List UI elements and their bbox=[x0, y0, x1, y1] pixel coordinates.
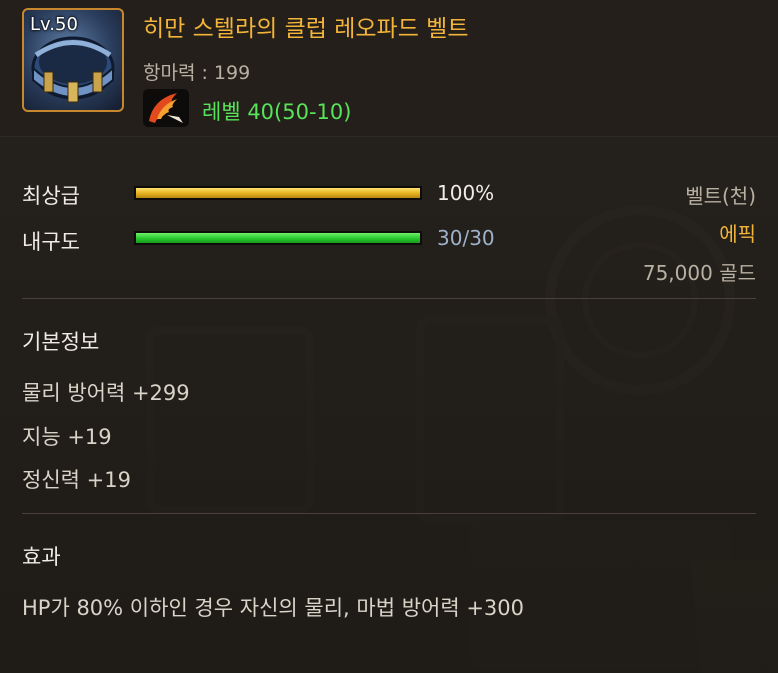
divider bbox=[22, 513, 756, 514]
basic-info-title: 기본정보 bbox=[22, 330, 100, 354]
basic-stat-line: 물리 방어력 +299 bbox=[22, 381, 190, 405]
divider bbox=[22, 298, 756, 299]
magic-resist-text: 항마력 : 199 bbox=[143, 62, 251, 84]
effect-text: HP가 80% 이하인 경우 자신의 물리, 마법 방어력 +300 bbox=[22, 596, 525, 620]
grade-bar bbox=[134, 186, 422, 200]
grade-value: 100% bbox=[437, 181, 495, 205]
tooltip-header: Lv.50 히만 스텔라의 클럽 레오파드 벨트 항마력 : 199 레벨 40… bbox=[0, 0, 778, 137]
effect-title: 효과 bbox=[22, 545, 61, 569]
level-requirement: 레벨 40(50-10) bbox=[202, 100, 352, 124]
class-icon-frame bbox=[143, 89, 189, 127]
item-name: 히만 스텔라의 클럽 레오파드 벨트 bbox=[143, 16, 469, 42]
item-tooltip-panel: Lv.50 히만 스텔라의 클럽 레오파드 벨트 항마력 : 199 레벨 40… bbox=[0, 0, 778, 673]
durability-bar bbox=[134, 231, 422, 245]
basic-stat-line: 지능 +19 bbox=[22, 425, 112, 449]
grade-label: 최상급 bbox=[22, 184, 80, 208]
durability-bar-fill bbox=[136, 233, 420, 243]
item-level-badge: Lv.50 bbox=[30, 14, 78, 35]
basic-stat-line: 정신력 +19 bbox=[22, 468, 131, 492]
item-price: 75,000 골드 bbox=[642, 261, 756, 285]
item-rarity: 에픽 bbox=[719, 222, 756, 246]
grade-bar-fill bbox=[136, 188, 420, 198]
phoenix-wing-icon bbox=[149, 93, 183, 123]
item-type: 벨트(천) bbox=[685, 184, 756, 208]
item-icon-frame: Lv.50 bbox=[22, 8, 124, 112]
durability-label: 내구도 bbox=[22, 230, 80, 254]
durability-value: 30/30 bbox=[437, 226, 495, 250]
